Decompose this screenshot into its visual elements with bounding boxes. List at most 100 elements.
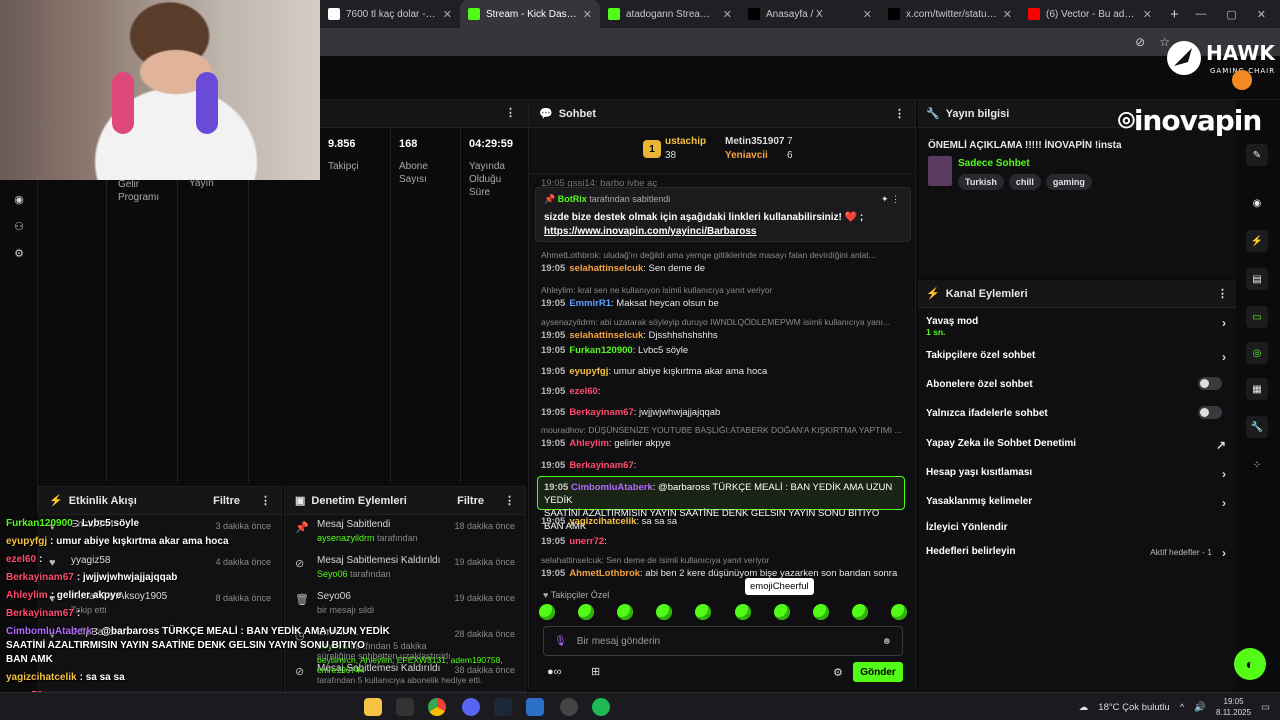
category-thumbnail[interactable] (928, 156, 952, 186)
channel-action-item[interactable]: Hesap yaşı kısıtlaması › (926, 467, 1230, 481)
close-icon[interactable]: ✕ (1003, 8, 1012, 21)
mic-icon[interactable]: 🎙 (554, 636, 567, 647)
channel-action-item[interactable]: Hedefleri belirleyin Aktif hedefler - 1 › (926, 546, 1230, 560)
gift-icon[interactable]: ⊞ (591, 665, 600, 678)
channel-action-item[interactable]: Yalnızca ifadelerle sohbet (926, 406, 1230, 419)
chat-username[interactable]: Berkayinam67 (569, 407, 633, 418)
app-icon[interactable] (526, 698, 544, 716)
chat-username[interactable]: Ahleylim (569, 438, 609, 449)
reply-context[interactable]: Ahleylim: kral sen ne kullanıyon isimli … (541, 285, 909, 296)
gifter-1-name[interactable]: ustachip (665, 136, 706, 147)
chat-username[interactable]: unerr72 (569, 536, 604, 547)
chat-input[interactable]: 🎙 Bir mesaj gönderin ☻ (543, 626, 903, 656)
emote[interactable] (812, 604, 829, 620)
channel-action-item[interactable]: İzleyici Yönlendir (926, 522, 1230, 533)
tag[interactable]: chill (1008, 174, 1041, 190)
layout-icon[interactable]: ▦ (1246, 378, 1268, 400)
chat-username[interactable]: Furkan120900 (569, 345, 632, 356)
pencil-icon[interactable]: ✎ (1246, 144, 1268, 166)
chat-message[interactable]: 19:05 selahattinselcuk: Sen deme de (541, 263, 909, 274)
toggle-switch[interactable] (1198, 377, 1222, 390)
chat-username[interactable]: Berkayinam67 (569, 460, 633, 471)
close-window-icon[interactable]: ✕ (1257, 8, 1266, 21)
channel-action-item[interactable]: Takipçilere özel sohbet › (926, 350, 1230, 364)
chat-message[interactable]: 19:05 AhmetLothbrok: abi ben 2 kere düşün… (541, 568, 909, 579)
browser-tab[interactable]: (6) Vector - Bu adam düz ✕ (1020, 0, 1160, 28)
clock[interactable]: 19:05 8.11.2025 (1216, 696, 1251, 718)
chat-username[interactable]: AhmetLothbrok (569, 568, 640, 579)
reply-context[interactable]: mouradhov: DÜŞÜNSENİZE YOUTUBE BAŞLIĞI:A… (541, 425, 909, 436)
browser-tab[interactable]: Anasayfa / X ✕ (740, 0, 880, 28)
chat-username[interactable]: ezel60 (569, 386, 598, 397)
channel-action-item[interactable]: Yavaş mod 1 sn. › (926, 316, 1230, 337)
chat-settings-icon[interactable]: ⚙ (833, 666, 843, 679)
more-icon[interactable]: ⋮ (505, 106, 516, 119)
obs-icon[interactable] (560, 698, 578, 716)
camera-icon[interactable]: ◉ (1246, 192, 1268, 214)
browser-tab[interactable]: 7600 tl kaç dolar - Google ✕ (320, 0, 460, 28)
emote[interactable] (695, 604, 712, 620)
maximize-icon[interactable]: ▢ (1226, 8, 1236, 21)
chat-message[interactable]: 19:05 ezel60: (541, 386, 909, 397)
category-name[interactable]: Sadece Sohbet (958, 158, 1030, 169)
channel-action-item[interactable]: Yapay Zeka ile Sohbet Denetimi ↗ (926, 438, 1230, 452)
channel-action-item[interactable]: Abonelere özel sohbet (926, 377, 1230, 390)
reply-context[interactable]: aysenazyildrm: abi uzatarak söyleyip dur… (541, 317, 909, 328)
browser-tab[interactable]: Stream - Kick Dashboard ✕ (460, 0, 600, 28)
new-tab-button[interactable]: + (1160, 6, 1189, 23)
chat-message[interactable]: 19:05 Berkayinam67: (541, 460, 909, 471)
eye-off-icon[interactable]: ⊘ (1135, 35, 1145, 49)
minimize-icon[interactable]: — (1195, 8, 1206, 21)
chat-message[interactable]: 19:05 Ahleylim: gelirler akpye (541, 438, 909, 449)
broadcast-icon[interactable]: ◎ (1246, 342, 1268, 364)
pinned-author[interactable]: BotRix (558, 194, 587, 204)
weather-text[interactable]: 18°C Çok bulutlu (1098, 702, 1169, 713)
chat-username[interactable]: selahattinselcuk (569, 330, 643, 341)
chat-icon[interactable]: ▭ (1246, 306, 1268, 328)
mod-filter-button[interactable]: Filtre (457, 495, 484, 507)
support-chat-icon[interactable]: ◐ (1234, 648, 1266, 680)
chat-message[interactable]: 19:05 yagizcihatcelik: sa sa sa (541, 516, 909, 527)
spotify-icon[interactable] (592, 698, 610, 716)
pinned-link[interactable]: https://www.inovapin.com/yayinci/Barbaro… (544, 226, 756, 237)
chat-tools-icon[interactable]: ●∞ (547, 666, 562, 678)
steam-icon[interactable] (494, 698, 512, 716)
toggle-switch[interactable] (1198, 406, 1222, 419)
mod-more-icon[interactable]: ⋮ (504, 494, 515, 507)
gifter-2-name[interactable]: Metin351907 (725, 136, 784, 147)
chat-message[interactable]: 19:05 EmmirR1: Maksat heycan olsun be (541, 298, 909, 309)
xbox-icon[interactable] (396, 698, 414, 716)
chat-message[interactable]: 19:05 Furkan120900: Lvbc5 söyle (541, 345, 909, 356)
channel-actions-more-icon[interactable]: ⋮ (1217, 287, 1228, 300)
chat-message[interactable]: 19:05 eyupyfgj: umur abiye kışkırtma akar… (541, 366, 909, 377)
wrench-icon[interactable]: 🔧 (1246, 416, 1268, 438)
highlight-user[interactable]: CimbomluAtaberk (571, 482, 653, 493)
clipboard-icon[interactable]: ▤ (1246, 268, 1268, 290)
camera-icon[interactable]: ◉ (0, 186, 38, 213)
chat-username[interactable]: selahattinselcuk (569, 263, 643, 274)
browser-address-bar[interactable]: ⊘ ☆ (320, 28, 1280, 56)
notification-icon[interactable]: ▭ (1261, 702, 1270, 713)
browser-tab[interactable]: atadogann Stream - Watc ✕ (600, 0, 740, 28)
profile-avatar[interactable] (1232, 70, 1252, 90)
reply-context[interactable]: AhmetLothbrok: uludağ'ın değildi ama yem… (541, 250, 909, 261)
gifter-3-name[interactable]: Yeniavcii (725, 150, 768, 161)
tag[interactable]: Turkish (958, 174, 1004, 190)
chrome-icon[interactable] (428, 698, 446, 716)
tag[interactable]: gaming (1045, 174, 1092, 190)
emote[interactable] (578, 604, 595, 620)
users-icon[interactable]: ⚇ (0, 213, 38, 240)
volume-icon[interactable]: 🔊 (1194, 702, 1206, 713)
chat-more-icon[interactable]: ⋮ (894, 107, 905, 120)
emote[interactable] (890, 604, 907, 620)
emote[interactable] (617, 604, 634, 620)
reply-context[interactable]: selahattinselcuk: Sen deme de isimli kul… (541, 555, 909, 566)
chat-message[interactable]: 19:05 Berkayinam67: jwjjwjwhwjajjajqqab (541, 407, 909, 418)
tray-chevron-icon[interactable]: ^ (1180, 702, 1184, 713)
events-filter-button[interactable]: Filtre (213, 495, 240, 507)
pin-icon[interactable]: ✦ ⋮ (881, 194, 900, 205)
emote[interactable] (539, 604, 555, 620)
emoji-icon[interactable]: ☻ (881, 636, 892, 647)
chat-message[interactable]: 19:05 unerr72: (541, 536, 909, 547)
close-icon[interactable]: ✕ (443, 8, 452, 21)
